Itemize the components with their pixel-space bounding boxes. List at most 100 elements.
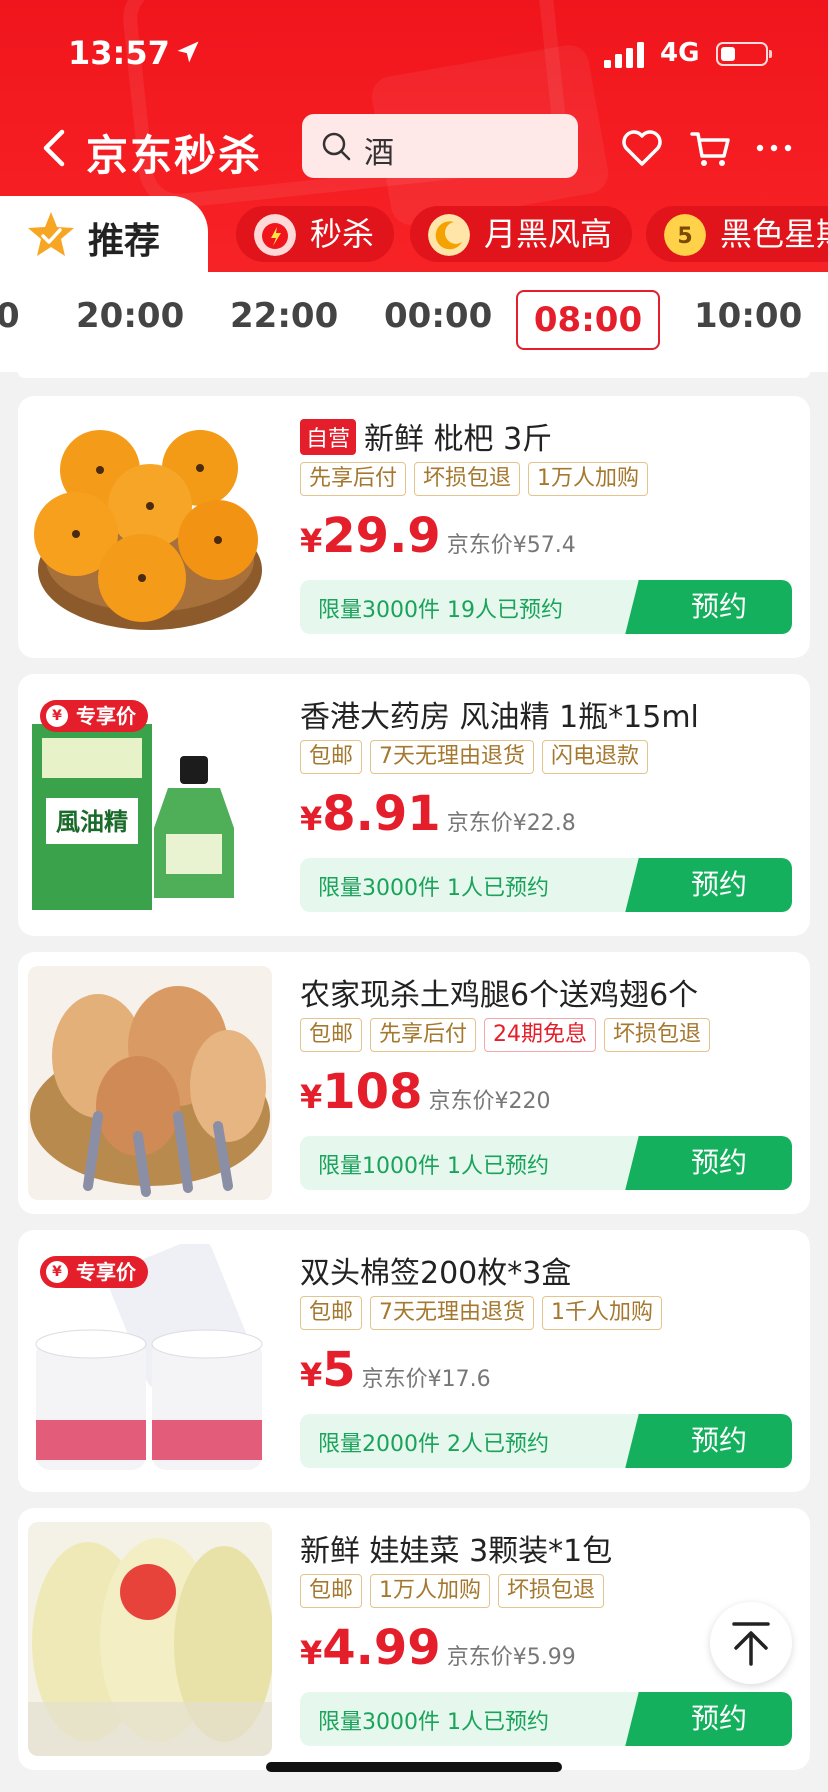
product-tags: 包邮 1万人加购 坏损包退 [300, 1574, 612, 1608]
header: 13:57 4G 京东秒杀 酒 推荐 秒杀 月黑风高 5 黑色星 [0, 0, 828, 272]
heart-icon[interactable] [620, 126, 664, 170]
reserve-button[interactable]: 预约 [646, 1414, 792, 1468]
reserve-button[interactable]: 预约 [646, 1136, 792, 1190]
product-card[interactable]: 新鲜 娃娃菜 3颗装*1包 包邮 1万人加购 坏损包退 ¥4.99 京东价¥5.99 … [18, 1508, 810, 1770]
limit-text: 限量3000件 1人已预约 [318, 876, 549, 901]
svg-text:風油精: 風油精 [56, 808, 128, 836]
limit-text: 限量3000件 1人已预约 [318, 1710, 549, 1735]
time-slot[interactable]: 22:00 [230, 296, 338, 336]
tab-seckill[interactable]: 秒杀 [236, 206, 395, 262]
tab-recommend[interactable]: 推荐 [0, 196, 208, 272]
reserve-button[interactable]: 预约 [646, 858, 792, 912]
product-card[interactable]: 农家现杀土鸡腿6个送鸡翅6个 包邮 先享后付 24期免息 坏损包退 ¥108 京东价¥2… [18, 952, 810, 1214]
reservation-bar: 限量3000件 19人已预约 预约 [300, 580, 792, 634]
price-row: ¥108 京东价¥220 [300, 1064, 551, 1120]
tab-label: 黑色星期 [720, 215, 828, 253]
moon-icon [428, 214, 470, 256]
limit-text: 限量3000件 19人已预约 [318, 598, 563, 623]
tag: 包邮 [300, 1574, 363, 1608]
tag: 24期免息 [484, 1018, 597, 1052]
product-image-cotton-swabs[interactable]: 专享价 [28, 1244, 272, 1478]
time-slot-bar: 0 20:00 22:00 00:00 08:00 10:00 [0, 272, 828, 372]
status-time: 13:57 [68, 34, 170, 72]
reservation-bar: 限量2000件 2人已预约 预约 [300, 1414, 792, 1468]
tag: 先享后付 [300, 462, 407, 496]
limit-text: 限量1000件 1人已预约 [318, 1154, 549, 1179]
tag: 1万人加购 [528, 462, 649, 496]
cellular-signal-icon [604, 42, 644, 68]
product-image-loquat[interactable] [28, 410, 272, 644]
more-icon[interactable] [752, 126, 796, 170]
tag: 1千人加购 [542, 1296, 663, 1330]
product-list: 自营 新鲜 枇杷 3斤 先享后付 坏损包退 1万人加购 ¥29.9 京东价¥57.4 限… [0, 372, 828, 1792]
tab-label: 推荐 [88, 221, 161, 262]
tag: 包邮 [300, 1296, 363, 1330]
search-box[interactable]: 酒 [302, 114, 578, 178]
jd-price: 京东价¥57.4 [446, 533, 576, 558]
product-title[interactable]: 新鲜 娃娃菜 3颗装*1包 [300, 1526, 612, 1570]
top-nav: 京东秒杀 酒 [0, 108, 828, 184]
product-card[interactable]: 風油精 专享价 香港大药房 风油精 1瓶*15ml 包邮7天无理由退货闪电退款 … [18, 674, 810, 936]
time-slot[interactable]: 0 [0, 296, 20, 336]
jd-price: 京东价¥17.6 [361, 1367, 491, 1392]
time-slot-active[interactable]: 08:00 [516, 290, 660, 350]
product-tags: 先享后付 坏损包退 1万人加购 [300, 462, 656, 496]
exclusive-price-badge: 专享价 [40, 1256, 148, 1288]
status-bar: 13:57 4G [0, 0, 828, 100]
product-image-baby-cabbage[interactable] [28, 1522, 272, 1756]
product-tags: 包邮 7天无理由退货 闪电退款 [300, 740, 656, 774]
tab-black-friday[interactable]: 5 黑色星期 [646, 206, 828, 262]
tag: 7天无理由退货 [370, 1296, 535, 1330]
jd-price: 京东价¥5.99 [446, 1645, 576, 1670]
price-row: ¥29.9 京东价¥57.4 [300, 508, 576, 564]
arrow-up-icon [732, 1622, 770, 1666]
reservation-bar: 限量3000件 1人已预约 预约 [300, 858, 792, 912]
back-arrow-icon[interactable] [40, 128, 70, 168]
tab-moonlit[interactable]: 月黑风高 [410, 206, 633, 262]
product-title[interactable]: 自营 新鲜 枇杷 3斤 [300, 414, 552, 458]
tag: 坏损包退 [414, 462, 521, 496]
star-icon [28, 212, 74, 256]
number-five-badge-icon: 5 [664, 214, 706, 256]
tag: 1万人加购 [370, 1574, 491, 1608]
tag: 包邮 [300, 740, 363, 774]
jd-price: 京东价¥220 [428, 1089, 551, 1114]
search-query: 酒 [364, 136, 394, 171]
jd-price: 京东价¥22.8 [446, 811, 576, 836]
reserve-button[interactable]: 预约 [646, 1692, 792, 1746]
seckill-price: 4.99 [322, 1620, 441, 1676]
product-image-wind-oil[interactable]: 風油精 专享价 [28, 688, 272, 922]
tag: 先享后付 [370, 1018, 477, 1052]
cart-icon[interactable] [688, 126, 732, 170]
page-title: 京东秒杀 [86, 131, 263, 180]
tag: 包邮 [300, 1018, 363, 1052]
seckill-price: 8.91 [322, 786, 441, 842]
category-tabs: 推荐 秒杀 月黑风高 5 黑色星期 [0, 196, 828, 272]
seckill-price: 5 [322, 1342, 356, 1398]
product-image-chicken-legs[interactable] [28, 966, 272, 1200]
search-icon [322, 132, 351, 161]
home-indicator [266, 1762, 562, 1772]
self-operated-badge: 自营 [300, 419, 357, 455]
seckill-price: 29.9 [322, 508, 441, 564]
product-card[interactable]: 专享价 双头棉签200枚*3盒 包邮7天无理由退货1千人加购 ¥5京东价¥17.… [18, 1230, 810, 1492]
time-slot[interactable]: 10:00 [694, 296, 802, 336]
tag: 闪电退款 [542, 740, 649, 774]
reserve-button[interactable]: 预约 [646, 580, 792, 634]
tag: 坏损包退 [498, 1574, 605, 1608]
tab-label: 月黑风高 [484, 215, 613, 253]
exclusive-price-badge: 专享价 [40, 700, 148, 732]
product-card[interactable]: 自营 新鲜 枇杷 3斤 先享后付 坏损包退 1万人加购 ¥29.9 京东价¥57.4 限… [18, 396, 810, 658]
time-slot[interactable]: 00:00 [384, 296, 492, 336]
time-slot[interactable]: 20:00 [76, 296, 184, 336]
product-title[interactable]: 双头棉签200枚*3盒 [300, 1248, 571, 1292]
tag: 7天无理由退货 [370, 740, 535, 774]
battery-icon [716, 42, 772, 66]
product-title[interactable]: 农家现杀土鸡腿6个送鸡翅6个 [300, 970, 698, 1014]
price-row: ¥8.91 京东价¥22.8 [300, 786, 576, 842]
scroll-to-top-button[interactable] [710, 1602, 792, 1684]
product-tags: 包邮 7天无理由退货 1千人加购 [300, 1296, 670, 1330]
price-row: ¥4.99 京东价¥5.99 [300, 1620, 576, 1676]
reservation-bar: 限量3000件 1人已预约 预约 [300, 1692, 792, 1746]
product-title[interactable]: 香港大药房 风油精 1瓶*15ml [300, 692, 699, 736]
